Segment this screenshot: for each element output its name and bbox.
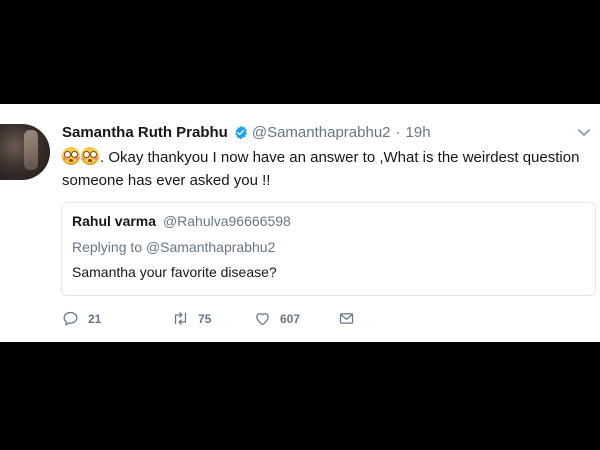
direct-message-button[interactable] (338, 310, 364, 327)
reply-icon (63, 311, 78, 326)
verified-badge-icon (233, 125, 248, 140)
quoted-author-handle: @Rahulva96666598 (162, 213, 291, 229)
quoted-author-name: Rahul varma (72, 213, 157, 229)
tweet-time[interactable]: 19h (406, 124, 431, 141)
author-name[interactable]: Samantha Ruth Prabhu (62, 124, 228, 141)
author-handle[interactable]: @Samanthaprabhu2 (252, 124, 391, 141)
tweet-body: . Okay thankyou I now have an answer to … (62, 149, 580, 189)
tweet-actions: 21 75 607 (62, 310, 364, 327)
envelope-icon (339, 313, 354, 324)
reply-button[interactable]: 21 (62, 310, 172, 327)
retweet-button[interactable]: 75 (172, 310, 254, 327)
quoted-tweet-header: Rahul varma @Rahulva96666598 (72, 213, 291, 229)
heart-icon (256, 313, 269, 326)
retweet-icon (174, 312, 187, 325)
replying-label: Replying to (72, 239, 143, 255)
replying-to: Replying to @Samanthaprabhu2 (72, 239, 275, 255)
tweet-card: Samantha Ruth Prabhu @Samanthaprabhu2 · … (0, 104, 600, 342)
replying-to-handle[interactable]: @Samanthaprabhu2 (146, 239, 275, 255)
like-count: 607 (280, 311, 301, 326)
like-button[interactable]: 607 (254, 310, 338, 327)
quoted-tweet[interactable]: Rahul varma @Rahulva96666598 Replying to… (61, 202, 596, 296)
reply-count: 21 (88, 311, 102, 326)
retweet-count: 75 (198, 311, 212, 326)
avatar[interactable] (0, 124, 50, 180)
flushed-face-emoji (62, 147, 80, 165)
quoted-tweet-text: Samantha your favorite disease? (72, 264, 277, 280)
flushed-face-emoji (81, 147, 99, 165)
tweet-text: . Okay thankyou I now have an answer to … (62, 146, 590, 192)
tweet-header: Samantha Ruth Prabhu @Samanthaprabhu2 · … (62, 124, 431, 141)
chevron-down-icon[interactable] (576, 124, 592, 140)
time-separator: · (395, 124, 401, 141)
